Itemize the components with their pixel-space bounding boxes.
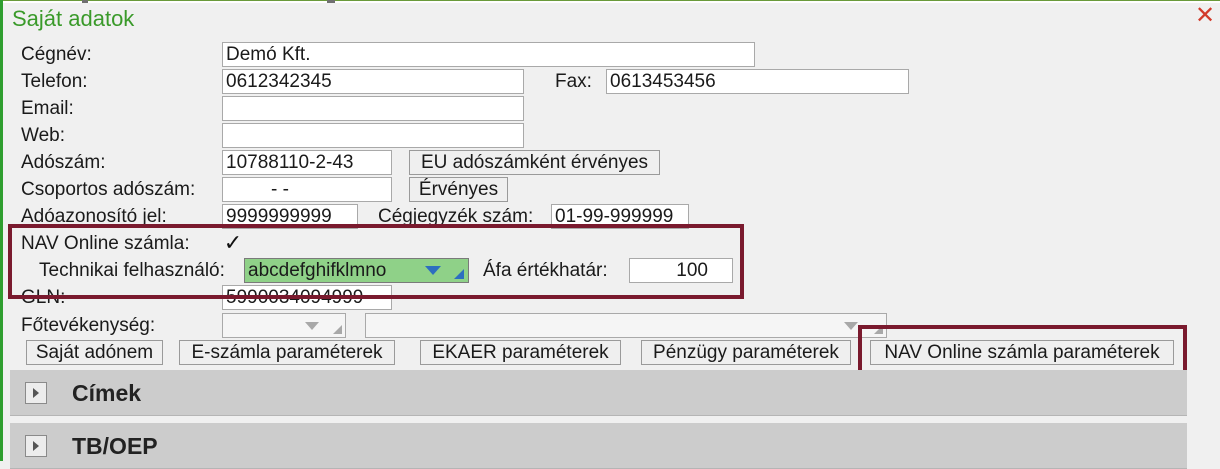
- section-addresses-title: Címek: [72, 380, 142, 406]
- section-tb-oep[interactable]: TB/OEP: [10, 423, 1187, 469]
- main-activity-description-select[interactable]: [365, 313, 887, 338]
- group-tax-number-field[interactable]: - -: [222, 177, 392, 202]
- tab-stub: [327, 0, 335, 3]
- email-label: Email:: [21, 98, 74, 119]
- eu-tax-valid-button[interactable]: EU adószámként érvényes: [409, 150, 660, 175]
- finance-params-button[interactable]: Pénzügy paraméterek: [641, 340, 851, 365]
- tax-id-label: Adóazonosító jel:: [21, 206, 167, 227]
- main-activity-label: Főtevékenység:: [21, 315, 156, 336]
- technical-user-value: abcdefghifklmno: [248, 260, 387, 281]
- resize-corner-icon: [333, 325, 342, 334]
- resize-corner-icon: [454, 269, 464, 279]
- chevron-right-icon[interactable]: [25, 435, 47, 457]
- web-field[interactable]: [222, 123, 524, 148]
- tab-stub: [82, 0, 88, 3]
- group-tax-valid-button[interactable]: Érvényes: [409, 177, 508, 202]
- chevron-down-icon[interactable]: [305, 322, 319, 330]
- section-tb-oep-title: TB/OEP: [72, 433, 158, 459]
- resize-corner-icon: [874, 325, 883, 334]
- close-icon[interactable]: ✕: [1193, 3, 1217, 29]
- phone-label: Telefon:: [21, 71, 88, 92]
- chevron-right-icon[interactable]: [25, 382, 47, 404]
- company-name-field[interactable]: Demó Kft.: [222, 42, 755, 67]
- gln-label: GLN:: [21, 287, 66, 308]
- company-name-label: Cégnév:: [21, 44, 92, 65]
- web-label: Web:: [21, 125, 66, 146]
- tax-number-field[interactable]: 10788110-2-43: [222, 150, 392, 175]
- email-field[interactable]: [222, 96, 524, 121]
- chevron-down-icon[interactable]: [425, 266, 441, 275]
- own-tax-button[interactable]: Saját adónem: [26, 340, 163, 365]
- section-addresses[interactable]: Címek: [10, 370, 1187, 416]
- window-top-border: [0, 0, 1220, 3]
- phone-field[interactable]: 0612342345: [222, 69, 524, 94]
- gln-field[interactable]: 5990034094999: [222, 285, 392, 310]
- fax-field[interactable]: 0613453456: [606, 69, 909, 94]
- nav-online-checkbox[interactable]: ✓: [222, 232, 244, 254]
- window-left-border: [0, 0, 3, 461]
- main-activity-code-select[interactable]: [222, 313, 346, 338]
- company-reg-field[interactable]: 01-99-999999: [551, 204, 689, 229]
- technical-user-label: Technikai felhasználó:: [39, 260, 225, 281]
- group-tax-number-label: Csoportos adószám:: [21, 179, 196, 200]
- company-reg-label: Cégjegyzék szám:: [378, 206, 534, 227]
- ekaer-params-button[interactable]: EKAER paraméterek: [420, 340, 621, 365]
- vat-threshold-field[interactable]: 100: [629, 258, 733, 283]
- einvoice-params-button[interactable]: E-számla paraméterek: [179, 340, 395, 365]
- tax-id-field[interactable]: 9999999999: [222, 204, 358, 229]
- tax-number-label: Adószám:: [21, 152, 106, 173]
- nav-online-params-button[interactable]: NAV Online számla paraméterek: [870, 340, 1174, 365]
- vat-threshold-label: Áfa értékhatár:: [483, 260, 608, 281]
- nav-online-label: NAV Online számla:: [21, 233, 190, 254]
- window-title: Saját adatok: [12, 6, 135, 31]
- technical-user-select[interactable]: abcdefghifklmno: [244, 258, 469, 283]
- fax-label: Fax:: [555, 71, 592, 92]
- chevron-down-icon[interactable]: [844, 322, 858, 330]
